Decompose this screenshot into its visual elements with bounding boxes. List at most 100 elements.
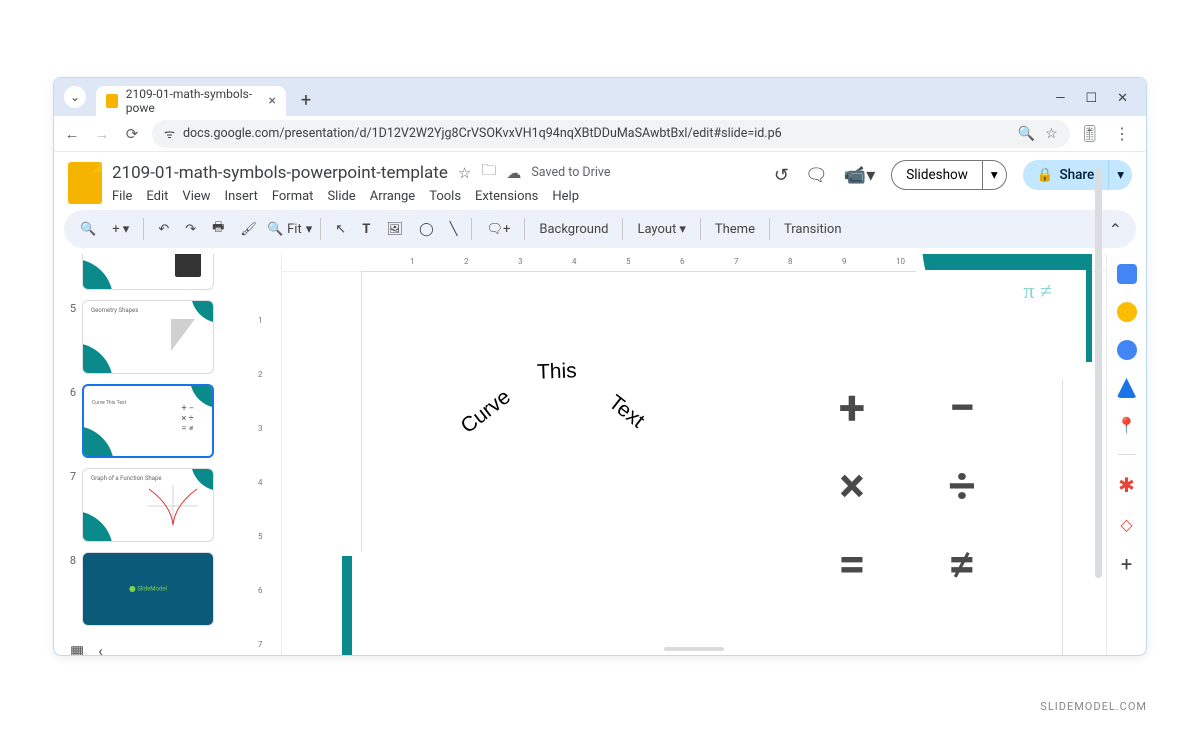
slide-number: 7 [64,468,76,483]
collapse-toolbar-icon[interactable]: ⌃ [1109,220,1126,239]
reload-icon[interactable]: ⟳ [122,125,142,143]
menu-arrange[interactable]: Arrange [370,189,415,204]
maximize-icon[interactable]: ☐ [1085,91,1097,106]
menu-extensions[interactable]: Extensions [475,189,538,204]
url-text: docs.google.com/presentation/d/1D12V2W2Y… [183,126,1010,141]
layout-button[interactable]: Layout ▾ [631,218,691,241]
workspace: 5 Geometry Shapes 6 Curve This Text + −×… [54,254,1146,655]
multiply-symbol[interactable]: × [839,457,864,514]
equals-symbol[interactable]: = [838,535,866,592]
slide-thumb-7[interactable]: Graph of a Function Shape [82,468,214,542]
transition-button[interactable]: Transition [778,218,848,241]
slide-panel: 5 Geometry Shapes 6 Curve This Text + −×… [54,254,254,655]
slideshow-dropdown[interactable]: ▾ [982,160,1007,190]
background-button[interactable]: Background [533,218,614,241]
paint-format-icon[interactable]: 🖌 [234,218,263,241]
minus-symbol[interactable]: − [949,379,976,436]
zoom-tool-icon[interactable]: 🔍 [267,222,283,237]
tab-strip: ⌄ 2109-01-math-symbols-powe × + — ☐ ✕ [54,78,1146,116]
zoom-level[interactable]: Fit [287,222,302,237]
lock-icon: 🔒 [1037,167,1054,183]
slide-thumb-5[interactable]: Geometry Shapes [82,300,214,374]
slides-favicon [106,94,118,108]
scrollbar-thumb[interactable] [1095,254,1102,578]
get-addons-icon[interactable]: + [1121,552,1132,576]
grid-view-icon[interactable]: ▦ [70,642,84,655]
redo-icon[interactable]: ↷ [179,218,202,241]
print-icon[interactable]: 🖶 [206,214,230,244]
new-tab-button[interactable]: + [292,86,320,114]
pi-glyph: π ≠ [1023,278,1052,304]
addon-hex-icon[interactable]: ◇ [1120,515,1132,534]
slide-thumb[interactable] [82,254,214,290]
side-panel-icon[interactable]: 🎚 [1080,124,1100,143]
side-panel-rail: 📍 ✱ ◇ + [1106,254,1146,655]
back-icon[interactable]: ← [62,125,82,143]
menu-slide[interactable]: Slide [327,189,355,204]
tab-search-button[interactable]: ⌄ [64,86,86,108]
menu-view[interactable]: View [182,189,210,204]
browser-window: ⌄ 2109-01-math-symbols-powe × + — ☐ ✕ ← … [53,77,1147,656]
address-bar: ← → ⟳ ᯤ docs.google.com/presentation/d/1… [54,116,1146,152]
speaker-notes-handle[interactable] [664,647,724,651]
textbox-icon[interactable]: 𝐓 [356,218,376,241]
line-icon[interactable]: ╲ [444,218,464,241]
close-window-icon[interactable]: ✕ [1117,91,1128,106]
menu-format[interactable]: Format [272,189,314,204]
menu-edit[interactable]: Edit [146,189,168,204]
save-state: Saved to Drive [531,165,610,180]
menu-insert[interactable]: Insert [225,189,258,204]
zoom-dropdown-icon[interactable]: ▾ [306,222,313,237]
math-symbols[interactable]: + − × ÷ = ≠ [812,372,1002,598]
slide-canvas[interactable]: π ≠ Curve This Text + − × ÷ = ≠ [362,272,1062,655]
meet-icon[interactable]: 📹▾ [844,165,875,186]
app-header: 2109-01-math-symbols-powerpoint-template… [54,152,1146,204]
undo-icon[interactable]: ↶ [152,218,175,241]
plus-symbol[interactable]: + [839,379,865,436]
keep-icon[interactable] [1117,302,1137,322]
bookmark-icon[interactable]: ☆ [1045,126,1058,142]
zoom-page-icon[interactable]: 🔍 [1018,126,1035,142]
slideshow-button[interactable]: Slideshow [891,160,982,190]
doc-title[interactable]: 2109-01-math-symbols-powerpoint-template [112,163,448,183]
calendar-icon[interactable] [1117,264,1137,284]
maps-icon[interactable]: 📍 [1117,416,1137,436]
new-slide-button[interactable]: + ▾ [106,218,135,241]
forward-icon[interactable]: → [92,125,112,143]
contacts-icon[interactable] [1117,378,1137,398]
move-icon[interactable]: 🗀 [481,160,496,185]
menu-file[interactable]: File [112,189,132,204]
search-menus-icon[interactable]: 🔍 [74,218,102,241]
shape-icon[interactable]: ◯ [413,218,440,241]
addon-asterisk-icon[interactable]: ✱ [1118,473,1135,497]
share-dropdown[interactable]: ▾ [1108,160,1132,190]
tab-title: 2109-01-math-symbols-powe [126,87,257,115]
site-info-icon[interactable]: ᯤ [164,125,175,142]
slide-thumb-6-selected[interactable]: Curve This Text + −× ÷= ≠ [82,384,214,458]
history-icon[interactable]: ↺ [774,165,789,186]
window-controls: — ☐ ✕ [1055,91,1140,116]
filmstrip-collapse-icon[interactable]: ‹ [98,642,103,655]
comment-add-icon[interactable]: 🗨+ [480,218,516,241]
slides-app-icon[interactable] [68,162,102,204]
slide-number: 6 [64,384,76,399]
close-tab-icon[interactable]: × [269,93,276,109]
browser-tab[interactable]: 2109-01-math-symbols-powe × [96,86,286,116]
tasks-icon[interactable] [1117,340,1137,360]
star-icon[interactable]: ☆ [458,164,471,182]
canvas-area: 1 2 3 4 5 6 7 8 9 10 11 12 13 π ≠ Curve [282,254,1106,655]
theme-button[interactable]: Theme [709,218,761,241]
menu-help[interactable]: Help [552,189,579,204]
slide-thumb-8[interactable]: ⬤ SlideModel [82,552,214,626]
select-tool-icon[interactable]: ↖ [329,218,352,241]
minimize-icon[interactable]: — [1055,91,1065,106]
image-icon[interactable]: 🖼 [381,218,410,241]
chrome-menu-icon[interactable]: ⋮ [1114,124,1130,143]
decor-corner-tr [922,254,1092,362]
notequal-symbol[interactable]: ≠ [948,535,976,592]
omnibox[interactable]: ᯤ docs.google.com/presentation/d/1D12V2W… [152,120,1070,148]
divide-symbol[interactable]: ÷ [948,457,975,514]
menu-tools[interactable]: Tools [429,189,461,204]
comments-icon[interactable]: 🗨 [805,165,828,186]
cloud-icon[interactable]: ☁ [506,164,521,182]
